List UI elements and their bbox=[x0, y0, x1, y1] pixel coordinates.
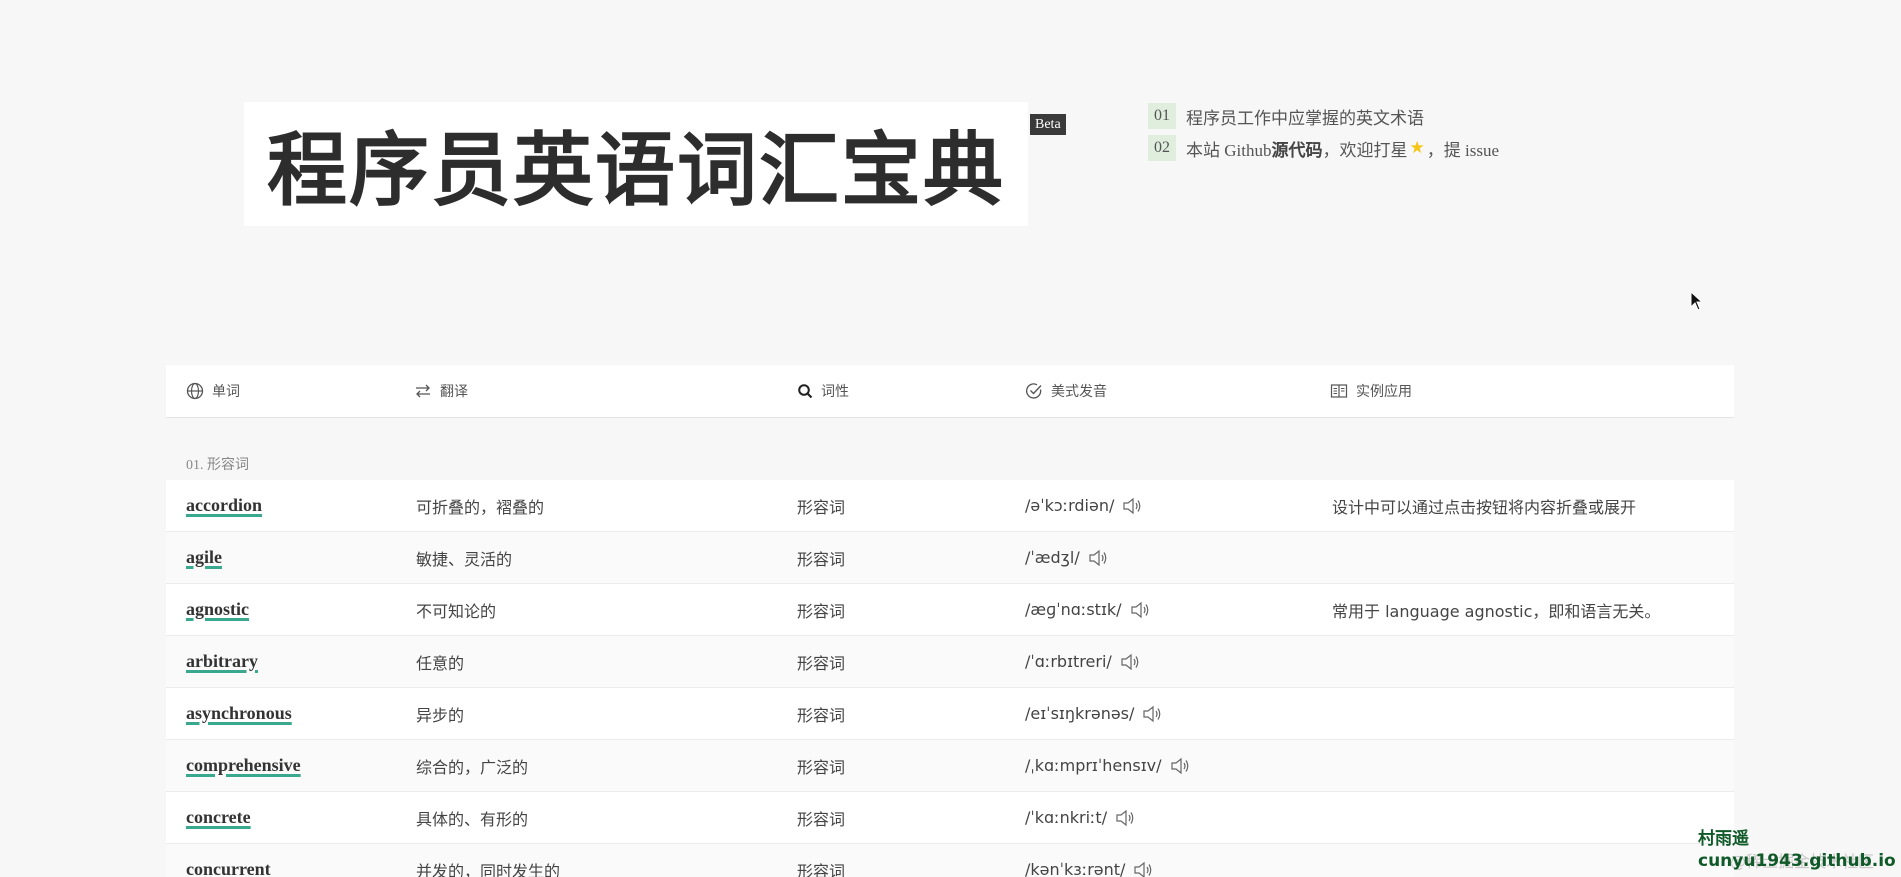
speaker-icon[interactable] bbox=[1133, 861, 1153, 877]
note-text-prefix: 本站 Github bbox=[1186, 140, 1272, 160]
intro-notes: 01 程序员工作中应掌握的英文术语 02 本站 Github 源代码 ，欢迎打星… bbox=[1148, 103, 1499, 167]
part-of-speech: 形容词 bbox=[797, 601, 846, 621]
column-header-label: 翻译 bbox=[440, 384, 468, 400]
word-link[interactable]: asynchronous bbox=[186, 703, 292, 724]
mouse-cursor-icon bbox=[1690, 291, 1704, 311]
note-1: 01 程序员工作中应掌握的英文术语 bbox=[1148, 103, 1499, 129]
column-header-label: 单词 bbox=[212, 384, 240, 400]
speaker-icon[interactable] bbox=[1088, 549, 1108, 567]
speaker-icon[interactable] bbox=[1120, 653, 1140, 671]
group-label: 01. 形容词 bbox=[186, 458, 249, 473]
translation: 并发的，同时发生的 bbox=[416, 861, 561, 877]
part-of-speech: 形容词 bbox=[797, 809, 846, 829]
note-number: 02 bbox=[1148, 135, 1176, 161]
part-of-speech: 形容词 bbox=[797, 653, 846, 673]
part-of-speech: 形容词 bbox=[797, 549, 846, 569]
word-link[interactable]: arbitrary bbox=[186, 651, 258, 672]
word-link[interactable]: agile bbox=[186, 547, 222, 568]
column-header-word[interactable]: 单词 bbox=[186, 365, 240, 417]
table-row: comprehensive 综合的，广泛的 形容词 /ˌkɑːmprɪˈhens… bbox=[166, 740, 1734, 792]
example-usage: 常用于 language agnostic，即和语言无关。 bbox=[1332, 601, 1661, 621]
check-circle-icon bbox=[1026, 383, 1042, 399]
phonetic: /ˈkɑːnkriːt/ bbox=[1025, 808, 1108, 827]
table-row: concurrent 并发的，同时发生的 形容词 /kənˈkɜːrənt/ bbox=[166, 844, 1734, 877]
translation: 异步的 bbox=[416, 705, 465, 725]
column-header-label: 词性 bbox=[821, 384, 849, 400]
beta-badge: Beta bbox=[1030, 114, 1066, 135]
translation: 综合的，广泛的 bbox=[416, 757, 529, 777]
note-text: 程序员工作中应掌握的英文术语 bbox=[1186, 108, 1424, 128]
translation: 敏捷、灵活的 bbox=[416, 549, 513, 569]
part-of-speech: 形容词 bbox=[797, 497, 846, 517]
translation: 不可知论的 bbox=[416, 601, 497, 621]
note-2: 02 本站 Github 源代码 ，欢迎打星 ★ ，提 issue bbox=[1148, 135, 1499, 161]
table-row: asynchronous 异步的 形容词 /eɪˈsɪŋkrənəs/ bbox=[166, 688, 1734, 740]
globe-icon bbox=[186, 382, 204, 400]
phonetic: /ˌkɑːmprɪˈhensɪv/ bbox=[1025, 756, 1162, 775]
speaker-icon[interactable] bbox=[1122, 497, 1142, 515]
note-text-suffix: ，提 issue bbox=[1426, 140, 1499, 160]
table-row: concrete 具体的、有形的 形容词 /ˈkɑːnkriːt/ bbox=[166, 792, 1734, 844]
site-title: 程序员英语词汇宝典 bbox=[267, 124, 1005, 217]
word-link[interactable]: comprehensive bbox=[186, 755, 301, 776]
column-header-pronunciation[interactable]: 美式发音 bbox=[1025, 365, 1107, 417]
column-header-translation[interactable]: 翻译 bbox=[414, 365, 468, 417]
watermark-url: cunyu1943.github.io bbox=[1698, 851, 1896, 871]
word-link[interactable]: concrete bbox=[186, 807, 251, 828]
phonetic: /eɪˈsɪŋkrənəs/ bbox=[1025, 704, 1135, 723]
table-row: arbitrary 任意的 形容词 /ˈɑːrbɪtreri/ bbox=[166, 636, 1734, 688]
table-body: accordion 可折叠的，褶叠的 形容词 /əˈkɔːrdiən/ 设计中可… bbox=[166, 480, 1734, 877]
column-header-example[interactable]: 实例应用 bbox=[1330, 365, 1412, 417]
word-link[interactable]: accordion bbox=[186, 495, 262, 516]
table-header: 单词 翻译 词性 美式发音 实例应用 bbox=[166, 365, 1734, 418]
vocabulary-table: 单词 翻译 词性 美式发音 实例应用 01. 形容词 accordion 可折叠… bbox=[166, 365, 1734, 877]
table-row: agnostic 不可知论的 形容词 /æɡˈnɑːstɪk/ 常用于 lang… bbox=[166, 584, 1734, 636]
phonetic: /ˈædʒl/ bbox=[1025, 548, 1080, 567]
translation: 具体的、有形的 bbox=[416, 809, 529, 829]
book-icon bbox=[1330, 384, 1348, 398]
search-icon bbox=[798, 384, 813, 399]
part-of-speech: 形容词 bbox=[797, 757, 846, 777]
source-code-link[interactable]: 源代码 bbox=[1271, 136, 1322, 161]
speaker-icon[interactable] bbox=[1130, 601, 1150, 619]
part-of-speech: 形容词 bbox=[797, 705, 846, 725]
column-header-pos[interactable]: 词性 bbox=[797, 365, 849, 417]
note-number: 01 bbox=[1148, 103, 1176, 129]
word-link[interactable]: agnostic bbox=[186, 599, 249, 620]
star-icon: ★ bbox=[1409, 138, 1425, 157]
speaker-icon[interactable] bbox=[1142, 705, 1162, 723]
example-usage: 设计中可以通过点击按钮将内容折叠或展开 bbox=[1332, 497, 1637, 517]
column-header-label: 实例应用 bbox=[1356, 384, 1412, 400]
column-header-label: 美式发音 bbox=[1051, 384, 1107, 400]
translation: 可折叠的，褶叠的 bbox=[416, 497, 545, 517]
phonetic: /əˈkɔːrdiən/ bbox=[1025, 496, 1115, 515]
page: 程序员英语词汇宝典 Beta 01 程序员工作中应掌握的英文术语 02 本站 G… bbox=[0, 0, 1901, 877]
part-of-speech: 形容词 bbox=[797, 861, 846, 877]
site-title-banner: 程序员英语词汇宝典 bbox=[244, 102, 1028, 226]
watermark: 村雨遥 cunyu1943.github.io bbox=[1698, 828, 1896, 872]
swap-icon bbox=[416, 384, 430, 398]
speaker-icon[interactable] bbox=[1170, 757, 1190, 775]
table-row: accordion 可折叠的，褶叠的 形容词 /əˈkɔːrdiən/ 设计中可… bbox=[166, 480, 1734, 532]
translation: 任意的 bbox=[416, 653, 465, 673]
word-link[interactable]: concurrent bbox=[186, 859, 271, 877]
phonetic: /ˈɑːrbɪtreri/ bbox=[1025, 652, 1112, 671]
table-row: agile 敏捷、灵活的 形容词 /ˈædʒl/ bbox=[166, 532, 1734, 584]
watermark-name: 村雨遥 bbox=[1698, 829, 1749, 849]
note-text-mid: ，欢迎打星 bbox=[1322, 140, 1408, 160]
speaker-icon[interactable] bbox=[1115, 809, 1135, 827]
phonetic: /kənˈkɜːrənt/ bbox=[1025, 860, 1126, 877]
phonetic: /æɡˈnɑːstɪk/ bbox=[1025, 600, 1122, 619]
